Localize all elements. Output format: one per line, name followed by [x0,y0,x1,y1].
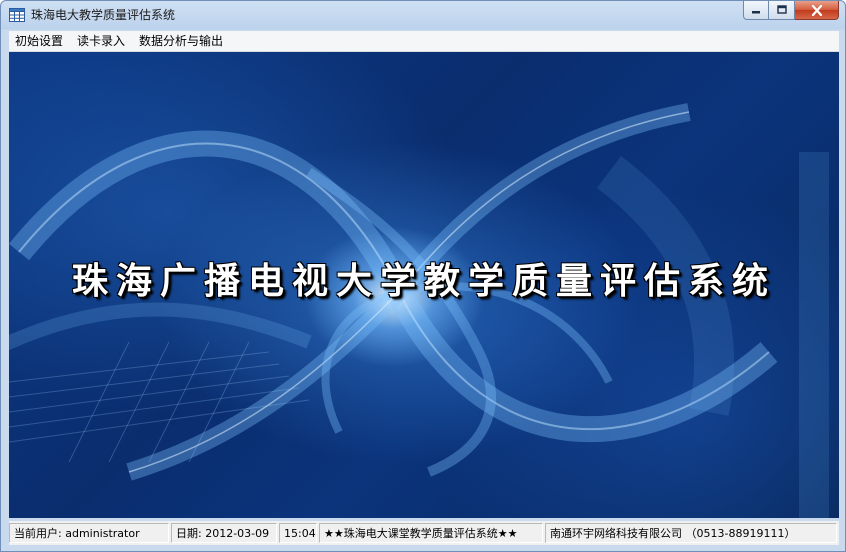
minimize-icon [752,11,760,14]
menu-initial-settings[interactable]: 初始设置 [9,31,70,51]
maximize-icon [776,5,787,14]
status-time: 15:04 [279,523,317,543]
status-current-user: 当前用户: administrator [9,523,169,543]
close-icon [811,4,822,16]
maximize-button[interactable] [769,1,795,20]
status-bar: 当前用户: administrator 日期: 2012-03-09 15:04… [9,521,839,545]
company-text: 南通环宇网络科技有限公司 [550,527,682,540]
caption-buttons [743,1,839,21]
title-bar[interactable]: 珠海电大教学质量评估系统 [1,1,845,30]
window-title: 珠海电大教学质量评估系统 [31,8,176,22]
menu-bar: 初始设置 读卡录入 数据分析与输出 [9,31,839,52]
system-text: ★★珠海电大课堂教学质量评估系统★★ [324,527,518,540]
menu-card-reading[interactable]: 读卡录入 [70,31,132,51]
date-label: 日期: [176,527,202,540]
minimize-button[interactable] [743,1,769,20]
close-button[interactable] [795,1,839,20]
time-value: 15:04 [284,527,316,540]
splash-banner-title: 珠海广播电视大学教学质量评估系统 [71,260,776,302]
status-company: 南通环宇网络科技有限公司 （0513-88919111） [545,523,837,543]
user-value: administrator [65,527,140,540]
splash-area: 珠海广播电视大学教学质量评估系统 [9,52,839,518]
user-label: 当前用户: [14,527,62,540]
date-value: 2012-03-09 [205,527,270,540]
app-window: 珠海电大教学质量评估系统 初始设置 读卡录入 数据分析与输出 珠海广播电视大学教… [0,0,846,552]
status-date: 日期: 2012-03-09 [171,523,277,543]
phone-text: （0513-88919111） [685,527,796,540]
app-grid-icon [9,8,25,22]
status-system-name: ★★珠海电大课堂教学质量评估系统★★ [319,523,543,543]
menu-data-analysis-output[interactable]: 数据分析与输出 [132,31,230,51]
